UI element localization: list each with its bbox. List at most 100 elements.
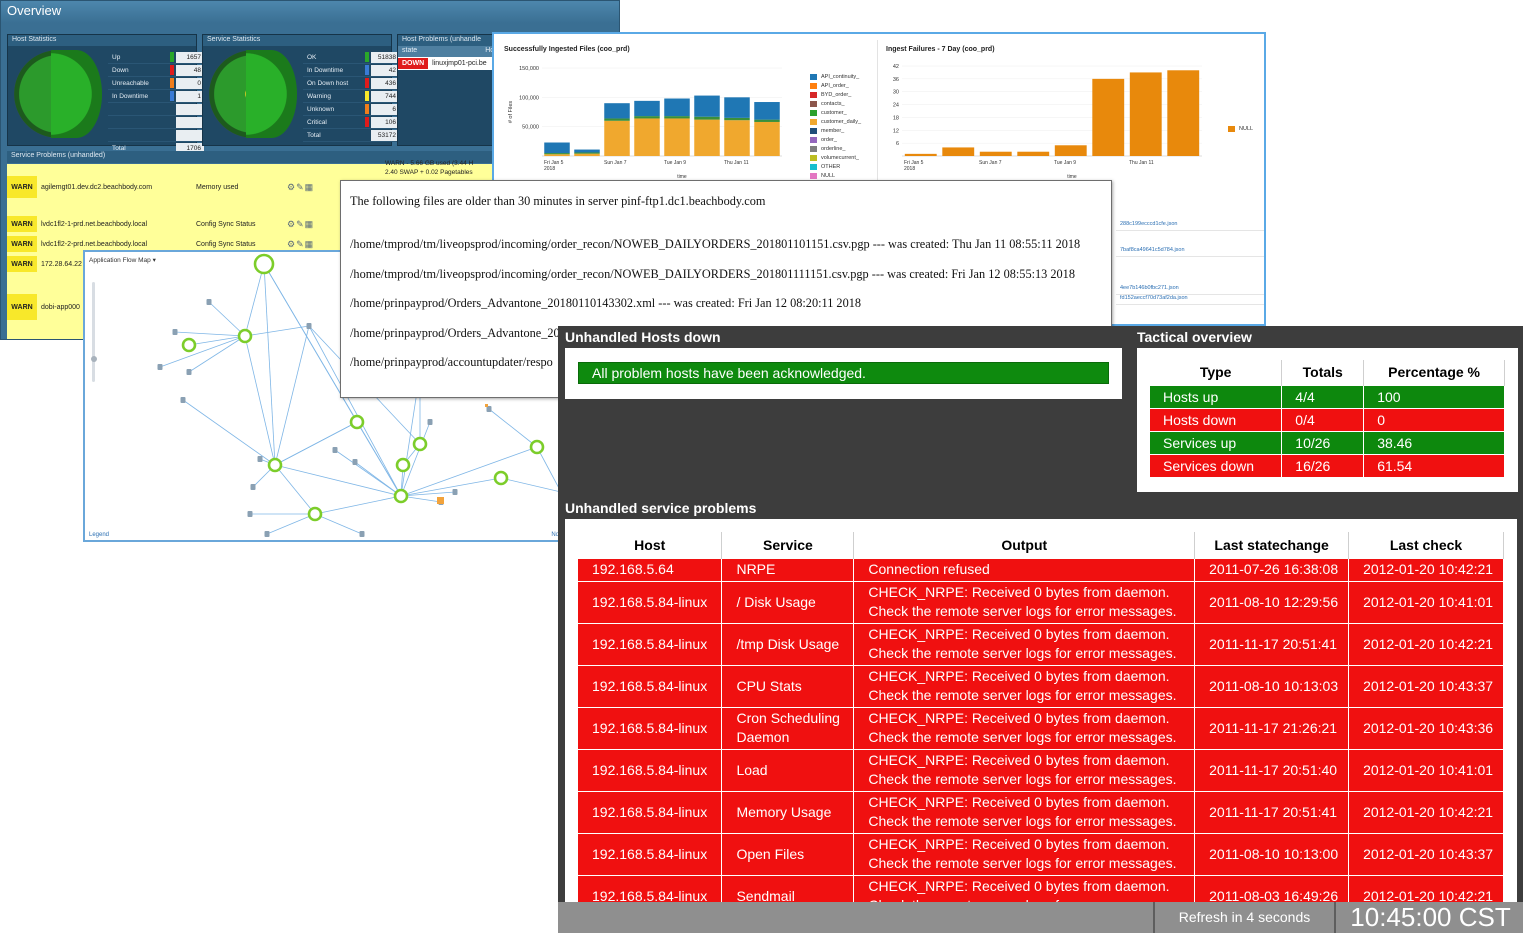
stat-row[interactable]: [108, 103, 204, 116]
app-tier-node[interactable]: [493, 470, 509, 486]
service-cell[interactable]: /tmp Disk Usage: [721, 622, 855, 665]
legend-item[interactable]: BYD_order_: [810, 90, 861, 99]
service-name[interactable]: Memory used: [192, 184, 287, 191]
bar-customer_daily[interactable]: [664, 118, 690, 156]
stat-row[interactable]: In Downtime 42: [303, 64, 399, 77]
stat-row[interactable]: Unreachable 0: [108, 77, 204, 90]
bar-API_continuity[interactable]: [544, 142, 570, 154]
service-cell[interactable]: / Disk Usage: [721, 580, 855, 623]
bar-NULL[interactable]: [1054, 145, 1087, 156]
host-link[interactable]: linuxjmp01-pci.be: [428, 60, 486, 67]
backend-node-icon[interactable]: [452, 489, 458, 495]
legend-item[interactable]: order_: [810, 135, 861, 144]
stat-row[interactable]: In Downtime 1: [108, 90, 204, 103]
bar-NULL[interactable]: [942, 147, 975, 156]
legend-item[interactable]: contacts_: [810, 99, 861, 108]
host-cell[interactable]: 192.168.5.84-linux: [578, 664, 723, 707]
backend-node-icon[interactable]: [206, 299, 212, 305]
host-cell[interactable]: 192.168.5.84-linux: [578, 832, 723, 875]
legend-item[interactable]: orderline_: [810, 144, 861, 153]
warning-node-icon[interactable]: [437, 497, 444, 504]
bar-API_continuity[interactable]: [694, 95, 720, 117]
bar-NULL[interactable]: [1167, 70, 1200, 156]
stat-row[interactable]: OK 51838: [303, 51, 399, 64]
service-host[interactable]: agilemgt01.dev.dc2.beachbody.com: [37, 184, 192, 191]
backend-node-icon[interactable]: [332, 447, 338, 453]
app-tier-node[interactable]: [412, 436, 428, 452]
backend-node-icon[interactable]: [352, 459, 358, 465]
host-cell[interactable]: 192.168.5.64: [578, 557, 723, 581]
backend-node-icon[interactable]: [186, 369, 192, 375]
service-problem-row[interactable]: 192.168.5.84-linux Cron Scheduling Daemon…: [578, 706, 1504, 749]
bar-API_continuity[interactable]: [664, 98, 690, 117]
json-file-link[interactable]: 4ee7b146b0fbc271.json: [1116, 285, 1264, 295]
backend-node-icon[interactable]: [180, 397, 186, 403]
bar-customer_[interactable]: [664, 116, 690, 119]
host-cell[interactable]: 192.168.5.84-linux: [578, 748, 723, 791]
stat-row[interactable]: Unknown 6: [303, 103, 399, 116]
service-cell[interactable]: CPU Stats: [721, 664, 855, 707]
tactical-row[interactable]: Hosts down 0/4 0: [1150, 407, 1505, 431]
backend-node-icon[interactable]: [257, 456, 263, 462]
bar-API_continuity[interactable]: [754, 102, 780, 120]
bar-customer_[interactable]: [754, 119, 780, 122]
bar-customer_[interactable]: [544, 153, 570, 155]
legend-item[interactable]: volumecurrent_: [810, 153, 861, 162]
stat-row[interactable]: Warning 744: [303, 90, 399, 103]
bar-API_continuity[interactable]: [574, 149, 600, 153]
app-tier-node[interactable]: [267, 457, 283, 473]
app-tier-node[interactable]: [395, 457, 411, 473]
service-problem-row[interactable]: 192.168.5.84-linux Load CHECK_NRPE: Receiv…: [578, 748, 1504, 791]
warning-node-icon[interactable]: [485, 404, 488, 407]
bar-customer_daily[interactable]: [544, 154, 570, 156]
legend-item[interactable]: API_continuity_: [810, 72, 861, 81]
tactical-row[interactable]: Services down 16/26 61.54: [1150, 453, 1505, 477]
service-cell[interactable]: Load: [721, 748, 855, 791]
bar-customer_[interactable]: [634, 116, 660, 119]
service-host[interactable]: lvdc1fl2-2-prd.net.beachbody.local: [37, 241, 192, 248]
service-cell[interactable]: Cron Scheduling Daemon: [721, 706, 855, 749]
legend-item[interactable]: API_order_: [810, 81, 861, 90]
host-cell[interactable]: 192.168.5.84-linux: [578, 622, 723, 665]
host-cell[interactable]: 192.168.5.84-linux: [578, 790, 723, 833]
service-problem-row[interactable]: 192.168.5.64 NRPE Connection refused 2011-0…: [578, 557, 1504, 581]
service-problem-row[interactable]: 192.168.5.84-linux Memory Usage CHECK_NRPE…: [578, 790, 1504, 833]
tactical-row[interactable]: Hosts up 4/4 100: [1150, 384, 1505, 408]
bar-customer_daily[interactable]: [574, 153, 600, 156]
bar-NULL[interactable]: [979, 151, 1012, 156]
bar-customer_daily[interactable]: [634, 118, 660, 156]
legend-item[interactable]: customer_: [810, 108, 861, 117]
app-tier-node[interactable]: [237, 328, 253, 344]
stat-row[interactable]: [108, 116, 204, 129]
tactical-row[interactable]: Services up 10/26 38.46: [1150, 430, 1505, 454]
bar-customer_[interactable]: [724, 117, 750, 121]
host-cell[interactable]: 192.168.5.84-linux: [578, 706, 723, 749]
service-problem-row[interactable]: 192.168.5.84-linux / Disk Usage CHECK_NRPE…: [578, 580, 1504, 623]
service-name[interactable]: Config Sync Status: [192, 221, 287, 228]
bar-NULL[interactable]: [904, 153, 937, 156]
bar-NULL[interactable]: [1017, 151, 1050, 156]
legend-item[interactable]: NULL: [810, 171, 861, 180]
backend-node-icon[interactable]: [359, 531, 365, 537]
service-name[interactable]: Config Sync Status: [192, 241, 287, 248]
service-problem-row[interactable]: 192.168.5.84-linux Open Files CHECK_NRPE: …: [578, 832, 1504, 875]
app-tier-node[interactable]: [181, 337, 197, 353]
backend-node-icon[interactable]: [172, 329, 178, 335]
app-tier-node[interactable]: [349, 414, 365, 430]
service-cell[interactable]: NRPE: [721, 557, 855, 581]
bar-NULL[interactable]: [1092, 78, 1125, 156]
legend-item[interactable]: customer_daily_: [810, 117, 861, 126]
bar-customer_[interactable]: [574, 152, 600, 154]
bar-customer_daily[interactable]: [604, 120, 630, 156]
flow-legend-link[interactable]: Legend: [89, 532, 109, 538]
backend-node-icon[interactable]: [250, 484, 256, 490]
backend-node-icon[interactable]: [157, 364, 163, 370]
bar-API_continuity[interactable]: [724, 97, 750, 118]
host-cell[interactable]: 192.168.5.84-linux: [578, 580, 723, 623]
bar-API_continuity[interactable]: [604, 103, 630, 119]
app-tier-node[interactable]: [307, 506, 323, 522]
legend-item[interactable]: NULL: [1228, 124, 1253, 133]
stat-row[interactable]: Down 48: [108, 64, 204, 77]
bar-customer_[interactable]: [604, 118, 630, 121]
app-tier-node[interactable]: [393, 488, 409, 504]
